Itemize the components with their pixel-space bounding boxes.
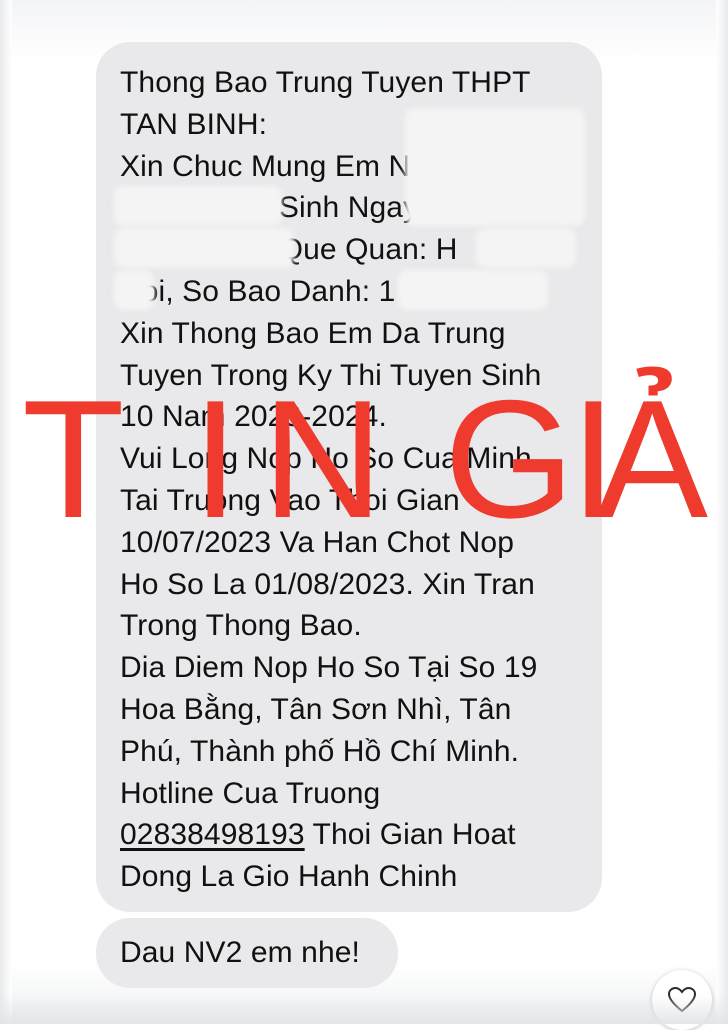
- message-line: 10/07/2023 Va Han Chot Nop: [120, 525, 514, 559]
- message-line: Tai Truong Vao Thoi Gian: [120, 483, 460, 517]
- bottom-shade: [0, 995, 728, 1024]
- redaction-blur: [476, 228, 576, 268]
- redaction-blur: [114, 228, 294, 268]
- redaction-blur: [114, 186, 282, 226]
- message-line: Dau NV2 em nhe!: [120, 936, 360, 969]
- message-line: Xin Thong Bao Em Da Trung: [120, 316, 506, 350]
- message-line: Thong Bao Trung Tuyen THPT: [120, 66, 531, 99]
- message-line-phone: 02838498193 Thoi Gian Hoat: [120, 814, 602, 856]
- message-line: Hoa Bằng, Tân Sơn Nhì, Tân: [120, 692, 512, 726]
- message-line: Trong Thong Bao.: [120, 609, 362, 643]
- message-line: Tuyen Trong Ky Thi Tuyen Sinh: [120, 358, 542, 392]
- message-line: Ho So La 01/08/2023. Xin Tran: [120, 567, 535, 601]
- message-line: Dia Diem Nop Ho So Tại So 19: [120, 651, 538, 685]
- screenshot-frame: Thong Bao Trung Tuyen THPT TAN BINH: Xin…: [0, 0, 728, 1030]
- redaction-blur: [405, 108, 585, 226]
- message-bubble-reply[interactable]: Dau NV2 em nhe!: [96, 918, 398, 988]
- message-line: Vui Long Nop Ho So Cua Minh: [120, 442, 532, 476]
- phone-number-link[interactable]: 02838498193: [120, 818, 305, 851]
- redaction-blur: [114, 270, 154, 310]
- message-line: Dong La Gio Hanh Chinh: [120, 860, 458, 894]
- message-line: Phú, Thành phố Hồ Chí Minh.: [120, 734, 520, 768]
- message-line: Hotline Cua Truong: [120, 776, 381, 810]
- message-thread: Thong Bao Trung Tuyen THPT TAN BINH: Xin…: [0, 0, 728, 1024]
- message-line: 10 Nam 2023-2024.: [120, 400, 387, 434]
- phone-line-tail: Thoi Gian Hoat: [304, 818, 516, 852]
- redaction-blur: [398, 270, 548, 310]
